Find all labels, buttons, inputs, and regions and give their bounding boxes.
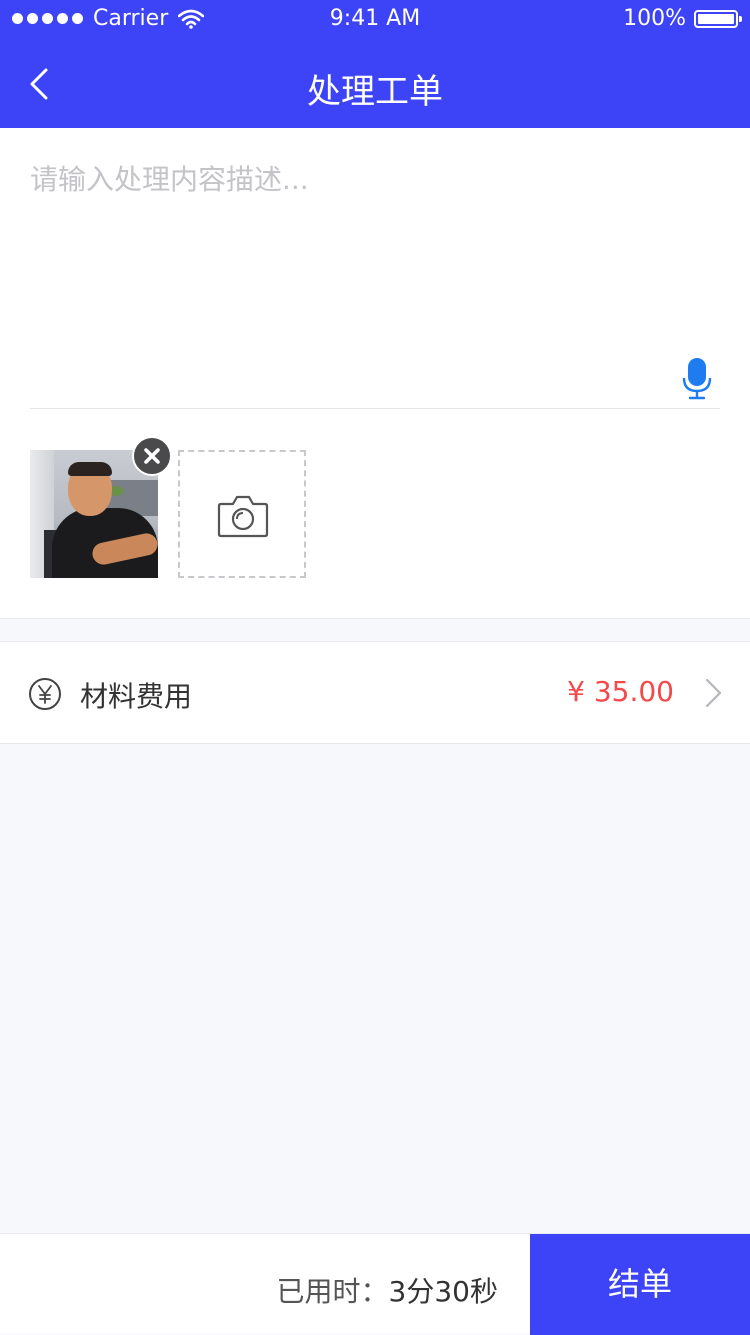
battery-percent: 100% xyxy=(623,6,686,31)
status-bar-right: 100% xyxy=(623,6,742,31)
nav-bar: 处理工单 xyxy=(0,40,750,128)
description-input[interactable] xyxy=(30,158,660,378)
status-bar: Carrier 9:41 AM 100% xyxy=(0,0,750,40)
bottom-bar: 已用时：3分30秒 结单 xyxy=(0,1233,750,1335)
close-icon xyxy=(144,448,160,464)
content-card xyxy=(0,128,750,619)
material-fee-row[interactable]: 材料费用 ¥ 35.00 xyxy=(0,641,750,744)
microphone-icon xyxy=(682,358,712,400)
divider xyxy=(30,408,720,409)
material-fee-label: 材料费用 xyxy=(80,680,193,713)
finish-order-button[interactable]: 结单 xyxy=(530,1234,750,1335)
yen-icon xyxy=(29,678,61,710)
remove-photo-button[interactable] xyxy=(132,436,172,476)
elapsed-time: 已用时：3分30秒 xyxy=(277,1270,498,1310)
material-fee-amount: ¥ 35.00 xyxy=(567,675,674,708)
elapsed-time-value: 3分30秒 xyxy=(388,1275,498,1308)
page-title: 处理工单 xyxy=(307,72,443,112)
chevron-right-icon xyxy=(705,678,722,708)
elapsed-time-label: 已用时： xyxy=(276,1275,389,1308)
battery-icon xyxy=(694,9,742,28)
add-photo-button[interactable] xyxy=(178,450,306,578)
voice-input-button[interactable] xyxy=(682,356,712,400)
camera-icon xyxy=(217,495,269,538)
